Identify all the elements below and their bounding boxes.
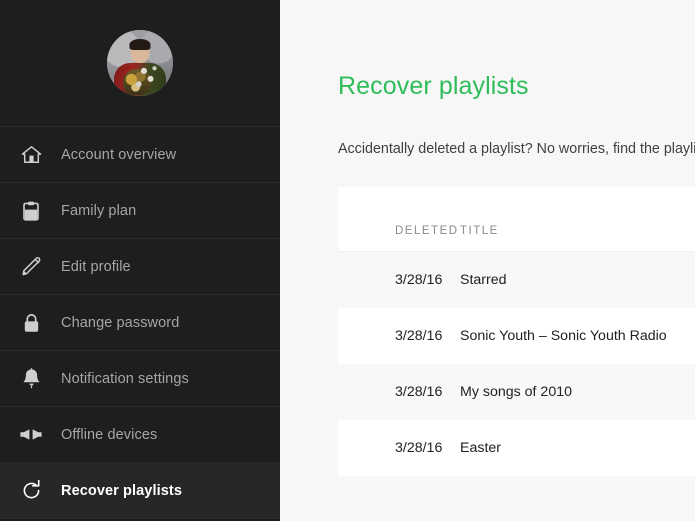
sidebar-item-label: Edit profile: [61, 258, 131, 275]
cell-title: Easter: [460, 419, 695, 476]
sidebar-item-label: Family plan: [61, 202, 137, 219]
page-description: Accidentally deleted a playlist? No worr…: [338, 141, 695, 157]
cell-title: My songs of 2010: [460, 363, 695, 420]
cell-deleted: 3/28/16: [338, 251, 460, 308]
avatar-section: [0, 0, 280, 127]
avatar-highlights: [107, 30, 173, 96]
cell-title: Starred: [460, 251, 695, 308]
cell-deleted: [338, 475, 460, 521]
sidebar-item-label: Offline devices: [61, 426, 158, 443]
sidebar-nav: Account overview Family plan Edit profil…: [0, 127, 280, 519]
offline-devices-icon: [16, 422, 46, 448]
table-row[interactable]: 3/28/16 Sonic Youth – Sonic Youth Radio: [338, 307, 695, 364]
bell-icon: [16, 366, 46, 392]
recover-playlists-card: DELETED TITLE 3/28/16 Starred 3/28/16 So…: [338, 187, 695, 521]
sidebar-item-edit-profile[interactable]: Edit profile: [0, 239, 280, 295]
table-row[interactable]: 3/28/16 Starred: [338, 251, 695, 308]
table-header-row: DELETED TITLE: [338, 213, 695, 252]
restore-icon: [16, 478, 46, 504]
cell-title: [460, 475, 695, 521]
main-content: Recover playlists Accidentally deleted a…: [280, 0, 695, 521]
sidebar-item-family-plan[interactable]: Family plan: [0, 183, 280, 239]
table-row[interactable]: 3/28/16 My songs of 2010: [338, 363, 695, 420]
column-header-deleted[interactable]: DELETED: [338, 213, 460, 252]
sidebar-item-notification-settings[interactable]: Notification settings: [0, 351, 280, 407]
sidebar-item-recover-playlists[interactable]: Recover playlists: [0, 463, 280, 519]
lock-icon: [16, 310, 46, 336]
column-header-title[interactable]: TITLE: [460, 213, 695, 252]
recover-playlists-table: DELETED TITLE 3/28/16 Starred 3/28/16 So…: [338, 213, 695, 521]
sidebar-item-label: Change password: [61, 314, 180, 331]
pencil-icon: [16, 254, 46, 280]
clipboard-icon: [16, 198, 46, 224]
table-head: DELETED TITLE: [338, 213, 695, 252]
cell-deleted: 3/28/16: [338, 307, 460, 364]
sidebar-item-label: Notification settings: [61, 370, 189, 387]
sidebar-item-change-password[interactable]: Change password: [0, 295, 280, 351]
cell-deleted: 3/28/16: [338, 363, 460, 420]
sidebar-item-label: Account overview: [61, 146, 177, 163]
sidebar-item-label: Recover playlists: [61, 482, 182, 499]
table-row[interactable]: 3/28/16 Easter: [338, 419, 695, 476]
sidebar-item-account-overview[interactable]: Account overview: [0, 127, 280, 183]
avatar[interactable]: [107, 30, 173, 96]
page-title: Recover playlists: [338, 72, 529, 100]
table-body: 3/28/16 Starred 3/28/16 Sonic Youth – So…: [338, 251, 695, 521]
sidebar-item-offline-devices[interactable]: Offline devices: [0, 407, 280, 463]
cell-title: Sonic Youth – Sonic Youth Radio: [460, 307, 695, 364]
sidebar: Account overview Family plan Edit profil…: [0, 0, 280, 521]
home-icon: [16, 142, 46, 168]
table-row[interactable]: [338, 475, 695, 521]
settings-page: Account overview Family plan Edit profil…: [0, 0, 695, 521]
cell-deleted: 3/28/16: [338, 419, 460, 476]
